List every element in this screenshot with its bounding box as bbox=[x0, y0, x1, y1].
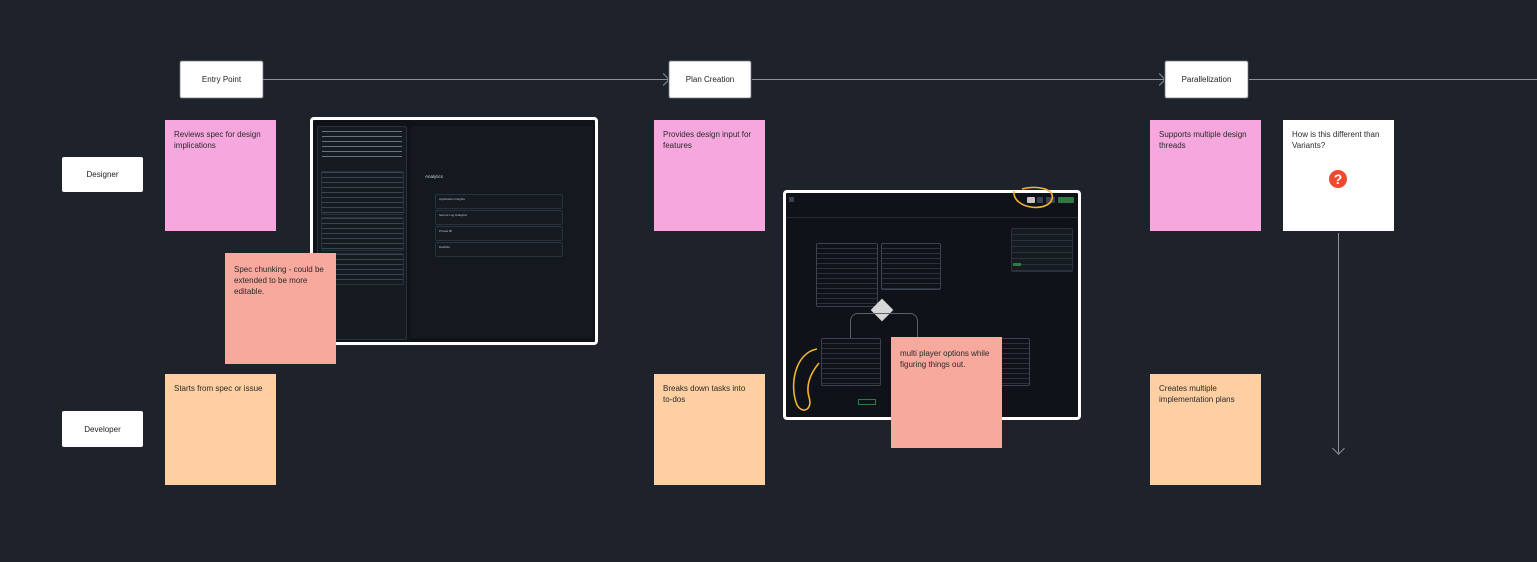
stage-plan-creation[interactable]: Plan Creation bbox=[669, 61, 751, 98]
analytics-item-label: Application Insights bbox=[439, 197, 465, 201]
question-text: How is this different than Variants? bbox=[1292, 130, 1380, 150]
connector-line bbox=[263, 79, 668, 80]
analytics-item[interactable]: Secure Log Analytics bbox=[435, 210, 563, 225]
stage-entry-point[interactable]: Entry Point bbox=[180, 61, 263, 98]
connector-line bbox=[1249, 79, 1537, 80]
plan-node[interactable] bbox=[881, 243, 941, 290]
plan-node[interactable] bbox=[816, 243, 878, 307]
window-icon bbox=[789, 197, 794, 202]
annotation-circle-collaborators bbox=[792, 348, 820, 411]
role-label: Designer bbox=[86, 170, 119, 179]
analytics-item[interactable]: Application Insights bbox=[435, 194, 563, 209]
role-designer[interactable]: Designer bbox=[62, 157, 143, 192]
stage-label: Plan Creation bbox=[685, 75, 735, 84]
analytics-item-label: Dashbio bbox=[439, 245, 451, 249]
arrow-head-icon bbox=[1153, 73, 1166, 86]
green-status-badge bbox=[858, 399, 876, 405]
stage-label: Entry Point bbox=[201, 75, 242, 84]
sticky-developer-parallel[interactable]: Creates multiple implementation plans bbox=[1150, 374, 1261, 485]
spec-section bbox=[321, 217, 404, 251]
role-label: Developer bbox=[84, 424, 121, 434]
connector-line bbox=[752, 79, 1164, 80]
analytics-title: Analytics bbox=[425, 174, 444, 179]
arrow-head-icon bbox=[657, 73, 670, 86]
spec-main: Analytics Application Insights Secure Lo… bbox=[411, 126, 593, 338]
approve-button[interactable] bbox=[1013, 263, 1021, 266]
spec-intro-text bbox=[322, 131, 402, 161]
analytics-item[interactable]: Private BI bbox=[435, 226, 563, 241]
sticky-designer-parallel[interactable]: Supports multiple design threads bbox=[1150, 120, 1261, 231]
sticky-multiplayer[interactable]: multi player options while figuring thin… bbox=[891, 337, 1002, 448]
spec-section bbox=[321, 171, 404, 215]
arrow-down-icon bbox=[1332, 442, 1345, 455]
stage-parallelization[interactable]: Parallelization bbox=[1165, 61, 1248, 98]
role-developer[interactable]: Developer bbox=[62, 411, 143, 447]
sticky-developer-plan[interactable]: Breaks down tasks into to-dos bbox=[654, 374, 765, 485]
analytics-item-label: Secure Log Analytics bbox=[439, 213, 468, 217]
analytics-item[interactable]: Dashbio bbox=[435, 242, 563, 257]
sticky-question-variants[interactable]: How is this different than Variants? ? bbox=[1283, 120, 1394, 231]
sticky-designer-plan[interactable]: Provides design input for features bbox=[654, 120, 765, 231]
stage-label: Parallelization bbox=[1181, 75, 1232, 84]
sticky-spec-chunking[interactable]: Spec chunking - could be extended to be … bbox=[225, 253, 336, 364]
run-button[interactable] bbox=[1058, 197, 1074, 203]
analytics-item-label: Private BI bbox=[439, 229, 453, 233]
sticky-designer-entry[interactable]: Reviews spec for design implications bbox=[165, 120, 276, 231]
connector-line bbox=[1338, 233, 1339, 453]
question-mark-icon: ? bbox=[1329, 170, 1347, 188]
plan-node[interactable] bbox=[821, 338, 881, 386]
sticky-developer-entry[interactable]: Starts from spec or issue bbox=[165, 374, 276, 485]
annotation-circle-avatars bbox=[1013, 186, 1054, 209]
screenshot-spec-view[interactable]: Analytics Application Insights Secure Lo… bbox=[310, 117, 598, 345]
